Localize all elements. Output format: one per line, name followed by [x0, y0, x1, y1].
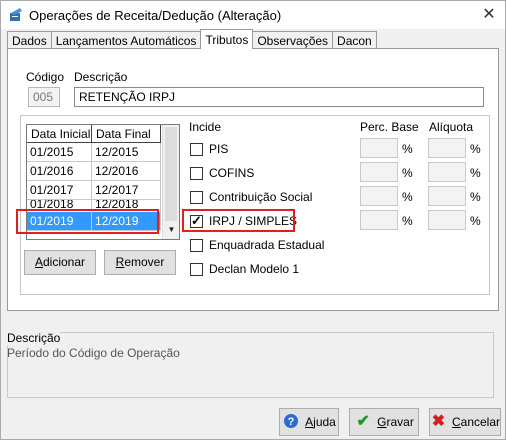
percent-sign: % [402, 190, 413, 204]
perc-base-field-contribuicao-social [360, 186, 398, 206]
tab-lancamentos-automaticos[interactable]: Lançamentos Automáticos [50, 31, 202, 49]
irpj-highlight [182, 209, 295, 232]
percent-sign: % [470, 214, 481, 228]
remover-label: emover [124, 255, 165, 269]
checkbox-box[interactable] [190, 166, 203, 180]
perc-base-field-irpj [360, 210, 398, 230]
tab-strip: Dados Lançamentos Automáticos Tributos O… [7, 29, 377, 49]
adicionar-label: dicionar [42, 255, 86, 269]
checkbox-box[interactable] [190, 262, 203, 276]
perc-base-field-pis [360, 138, 398, 158]
codigo-field: 005 [28, 87, 60, 107]
aliquota-header: Alíquota [429, 120, 474, 134]
tab-observacoes[interactable]: Observações [252, 31, 334, 49]
checkbox-label: COFINS [209, 166, 255, 180]
table-row[interactable]: 01/2016 12/2016 [27, 162, 161, 181]
checkbox-box[interactable] [190, 190, 203, 204]
cell-data-final: 12/2016 [92, 162, 161, 181]
checkbox-pis[interactable]: PIS [190, 140, 228, 158]
title-bar: Operações de Receita/Dedução (Alteração)… [1, 1, 505, 29]
description-panel [7, 332, 494, 398]
tab-dacon[interactable]: Dacon [332, 31, 377, 49]
descricao-label: Descrição [74, 70, 128, 84]
cell-data-final: 12/2017 [92, 181, 161, 200]
cancelar-accel: C [451, 415, 461, 429]
perc-base-header: Perc. Base [360, 120, 419, 134]
window-title: Operações de Receita/Dedução (Alteração) [29, 8, 282, 23]
aliquota-field-irpj [428, 210, 466, 230]
scroll-down-arrow-icon[interactable]: ▼ [163, 223, 179, 237]
codigo-label: Código [26, 70, 65, 84]
close-icon[interactable]: ✕ [481, 7, 497, 23]
percent-sign: % [402, 214, 413, 228]
column-header-data-inicial[interactable]: Data Inicial [27, 125, 92, 143]
percent-sign: % [470, 166, 481, 180]
scrollbar-thumb[interactable] [165, 127, 177, 221]
description-text: Período do Código de Operação [7, 346, 180, 360]
aliquota-field-contribuicao-social [428, 186, 466, 206]
percent-sign: % [470, 190, 481, 204]
ajuda-button[interactable]: ? Ajuda [279, 408, 339, 436]
tab-tributos[interactable]: Tributos [200, 29, 254, 49]
ajuda-accel: A [305, 415, 314, 429]
checkbox-label: Declan Modelo 1 [209, 262, 300, 276]
adicionar-accel: A [34, 255, 43, 269]
grid-header: Data Inicial Data Final [27, 125, 161, 143]
percent-sign: % [470, 142, 481, 156]
checkbox-cofins[interactable]: COFINS [190, 164, 254, 182]
checkbox-label: Contribuição Social [209, 190, 313, 204]
checkbox-declan-modelo-1[interactable]: Declan Modelo 1 [190, 260, 299, 278]
percent-sign: % [402, 166, 413, 180]
tab-dados[interactable]: Dados [7, 31, 52, 49]
checkbox-label: Enquadrada Estadual [209, 238, 325, 252]
tributos-panel: Código Descrição 005 RETENÇÃO IRPJ Data … [7, 48, 499, 311]
cancel-x-icon: ✖ [431, 413, 446, 430]
column-header-data-final[interactable]: Data Final [92, 125, 161, 143]
grid-row-highlight [16, 209, 159, 234]
checkbox-label: PIS [209, 142, 229, 156]
help-icon: ? [282, 413, 300, 431]
gravar-accel: G [377, 415, 387, 429]
checkbox-box[interactable] [190, 238, 203, 252]
adicionar-button[interactable]: Adicionar [24, 250, 96, 275]
descricao-input[interactable]: RETENÇÃO IRPJ [74, 87, 484, 107]
cell-data-inicial: 01/2017 [27, 181, 92, 200]
checkbox-enquadrada-estadual[interactable]: Enquadrada Estadual [190, 236, 324, 254]
description-title: Descrição [7, 331, 61, 345]
app-icon [8, 7, 24, 23]
gravar-label: ravar [386, 415, 414, 429]
cell-data-final: 12/2015 [92, 143, 161, 162]
cancelar-button[interactable]: ✖ Cancelar [429, 408, 501, 436]
remover-button[interactable]: Remover [104, 250, 176, 275]
cell-data-inicial: 01/2015 [27, 143, 92, 162]
grid-scrollbar[interactable]: ▼ [162, 125, 179, 239]
ajuda-label: juda [313, 415, 336, 429]
percent-sign: % [402, 142, 413, 156]
svg-text:?: ? [288, 416, 295, 428]
checkmark-icon: ✔ [356, 413, 370, 430]
table-row[interactable]: 01/2015 12/2015 [27, 143, 161, 162]
aliquota-field-cofins [428, 162, 466, 182]
cancelar-label: ancelar [460, 415, 500, 429]
checkbox-box[interactable] [190, 142, 203, 156]
incide-header: Incide [189, 120, 222, 134]
perc-base-field-cofins [360, 162, 398, 182]
window: Operações de Receita/Dedução (Alteração)… [0, 0, 506, 440]
checkbox-contribuicao-social[interactable]: Contribuição Social [190, 188, 312, 206]
cell-data-inicial: 01/2016 [27, 162, 92, 181]
table-row[interactable]: 01/2017 12/2017 [27, 181, 161, 200]
aliquota-field-pis [428, 138, 466, 158]
gravar-button[interactable]: ✔ Gravar [349, 408, 419, 436]
